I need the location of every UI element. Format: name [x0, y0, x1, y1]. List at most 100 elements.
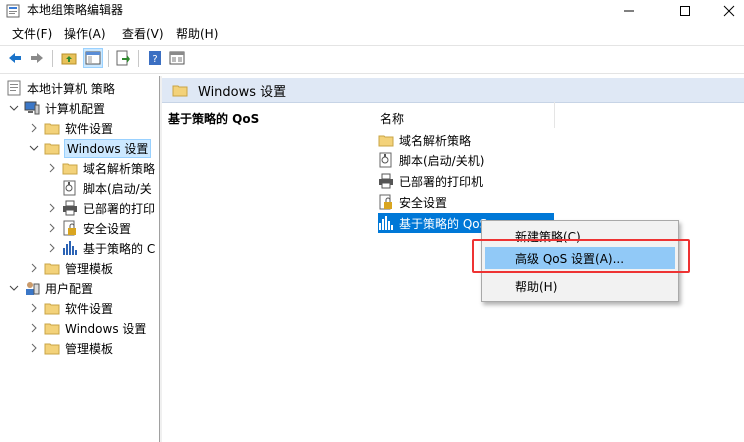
tree-item-computer-config[interactable]: 计算机配置 [8, 98, 105, 118]
pane-splitter[interactable] [160, 76, 162, 442]
computer-icon [24, 101, 40, 115]
chevron-right-icon[interactable] [46, 202, 58, 214]
chevron-right-icon[interactable] [46, 242, 58, 254]
tree-item-label: 脚本(启动/关 [83, 181, 152, 196]
folder-icon [44, 323, 60, 335]
tree-item-user-config[interactable]: 用户配置 [8, 278, 93, 298]
folder-icon [62, 163, 78, 175]
list-item-label: 脚本(启动/关机) [399, 153, 485, 168]
bar-chart-icon [379, 216, 393, 230]
chevron-right-icon[interactable] [28, 122, 40, 134]
tree-item-label: 计算机配置 [45, 101, 106, 116]
security-icon [63, 220, 76, 236]
content-header-title: Windows 设置 [198, 84, 287, 100]
forward-button[interactable] [28, 49, 46, 67]
tree-item-user-software[interactable]: 软件设置 [28, 298, 113, 318]
properties-button[interactable] [168, 49, 186, 67]
list-item-label: 域名解析策略 [399, 133, 472, 148]
tree-item-user-admin[interactable]: 管理模板 [28, 338, 113, 358]
toolbar-divider [138, 50, 139, 67]
up-level-button[interactable] [60, 49, 78, 67]
security-icon [379, 194, 392, 210]
list-item-security[interactable]: 安全设置 [378, 192, 447, 212]
chevron-right-icon[interactable] [28, 302, 40, 314]
policy-editor-icon [6, 4, 20, 18]
tree-item-windows-settings[interactable]: Windows 设置 [28, 138, 152, 158]
tree-item-label: 管理模板 [65, 341, 114, 356]
export-icon [116, 50, 130, 66]
menu-help[interactable]: 帮助(H) [176, 26, 218, 42]
printer-icon [379, 173, 393, 189]
close-button[interactable] [706, 0, 744, 22]
tree-item-label: 软件设置 [65, 121, 114, 136]
tree-item-dns-policy[interactable]: 域名解析策略 [46, 158, 155, 178]
folder-icon [44, 263, 60, 275]
menu-divider [0, 45, 744, 46]
menu-item-help[interactable]: 帮助(H) [485, 275, 675, 297]
user-icon [26, 282, 40, 295]
folder-icon [172, 85, 188, 97]
tree-item-label: Windows 设置 [63, 138, 152, 158]
menu-action[interactable]: 操作(A) [64, 26, 106, 42]
chevron-right-icon[interactable] [28, 342, 40, 354]
list-item-label: 安全设置 [399, 195, 448, 210]
policy-document-icon [7, 80, 21, 96]
tree-item-label: Windows 设置 [65, 321, 147, 336]
list-item-label: 已部署的打印机 [399, 174, 484, 189]
minimize-button[interactable] [606, 0, 652, 22]
section-title: 基于策略的 QoS [168, 112, 260, 126]
folder-open-icon [44, 143, 60, 155]
tree-item-label: 基于策略的 C [83, 241, 156, 256]
script-icon [63, 180, 76, 196]
toolbar-divider [52, 50, 53, 67]
folder-icon [378, 135, 394, 147]
list-item-dns-policy[interactable]: 域名解析策略 [378, 130, 471, 150]
svg-text:?: ? [152, 54, 157, 65]
minimize-icon [624, 10, 634, 12]
tree-item-label: 软件设置 [65, 301, 114, 316]
tree-item-root[interactable]: 本地计算机 策略 [6, 78, 115, 98]
help-button[interactable]: ? [146, 49, 164, 67]
export-list-button[interactable] [114, 49, 132, 67]
tree-item-scripts[interactable]: 脚本(启动/关 [62, 178, 152, 198]
printer-icon [63, 200, 77, 216]
properties-icon [169, 51, 185, 65]
chevron-right-icon[interactable] [28, 322, 40, 334]
tree-item-security[interactable]: 安全设置 [46, 218, 131, 238]
chevron-down-icon[interactable] [28, 142, 40, 154]
chevron-right-icon[interactable] [28, 262, 40, 274]
column-name-label: 名称 [380, 112, 405, 126]
maximize-icon [680, 6, 690, 16]
list-item-scripts[interactable]: 脚本(启动/关机) [378, 150, 484, 170]
folder-up-icon [61, 53, 77, 65]
tree-item-admin-templates[interactable]: 管理模板 [28, 258, 113, 278]
folder-icon [44, 303, 60, 315]
console-tree-icon [85, 51, 101, 65]
menu-file[interactable]: 文件(F) [12, 26, 52, 42]
close-icon [723, 5, 735, 17]
folder-icon [44, 343, 60, 355]
highlight-annotation-box [472, 239, 690, 273]
chevron-right-icon[interactable] [46, 162, 58, 174]
maximize-button[interactable] [662, 0, 708, 22]
list-item-label: 基于策略的 QoS [399, 216, 488, 231]
back-arrow-icon [9, 53, 21, 63]
chevron-right-icon[interactable] [46, 222, 58, 234]
toolbar-bottom-divider [0, 73, 744, 74]
show-hide-tree-button[interactable] [83, 48, 103, 68]
list-item-printers[interactable]: 已部署的打印机 [378, 171, 483, 191]
console-tree: 本地计算机 策略 计算机配置 软件设置 Windows 设置 域名解析策略 脚本… [0, 76, 160, 442]
tree-item-label: 域名解析策略 [83, 161, 156, 176]
tree-item-qos[interactable]: 基于策略的 C [46, 238, 155, 258]
script-icon [379, 152, 392, 168]
bar-chart-icon [63, 241, 77, 255]
tree-item-label: 已部署的打印 [83, 201, 156, 216]
tree-item-software-settings[interactable]: 软件设置 [28, 118, 113, 138]
menu-view[interactable]: 查看(V) [122, 26, 164, 42]
menu-bar [0, 24, 744, 44]
chevron-down-icon[interactable] [8, 282, 20, 294]
back-button[interactable] [6, 49, 24, 67]
tree-item-printers[interactable]: 已部署的打印 [46, 198, 155, 218]
tree-item-user-windows[interactable]: Windows 设置 [28, 318, 146, 338]
chevron-down-icon[interactable] [8, 102, 20, 114]
